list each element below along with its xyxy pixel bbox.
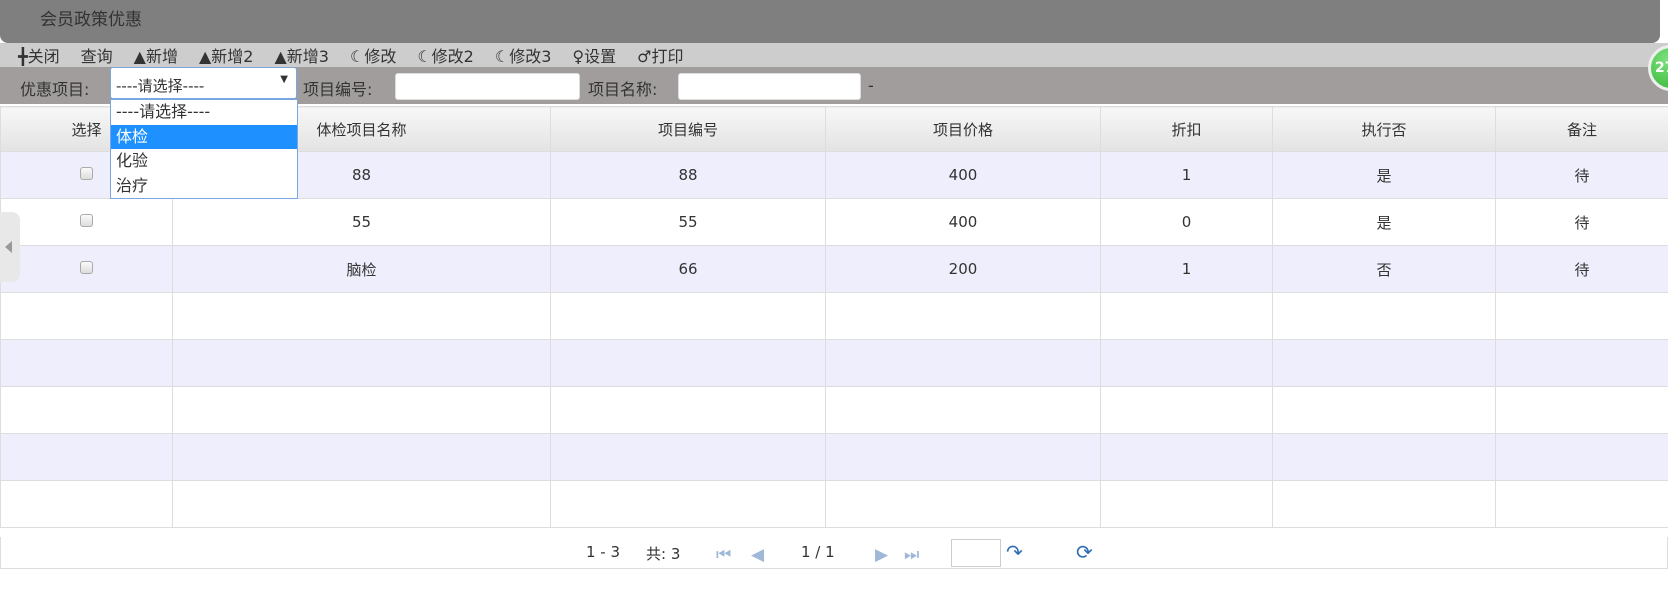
chevron-down-icon: ▼ [280, 74, 288, 85]
option-physical-exam[interactable]: 体检 [111, 124, 297, 149]
cell-discount: 0 [1100, 198, 1273, 246]
cell-discount: 1 [1100, 245, 1273, 293]
empty-row [0, 480, 1668, 528]
query-button[interactable]: 查询 [81, 43, 113, 67]
option-treatment[interactable]: 治疗 [111, 174, 297, 199]
table-row[interactable]: 55 55 400 0 是待 [0, 198, 1668, 246]
close-button[interactable]: ╋关闭 [18, 43, 60, 67]
type-select-value: ----请选择---- [116, 77, 205, 95]
col-executed[interactable]: 执行否 [1272, 106, 1496, 152]
cell-code: 55 [550, 198, 826, 246]
edit2-button[interactable]: ☾修改2 [417, 43, 474, 67]
toolbar: ╋关闭 查询 ▲新增 ▲新增2 ▲新增3 ☾修改 ☾修改2 ☾修改3 ♀设置 ♂… [0, 43, 1668, 67]
cell-executed: 否 [1272, 245, 1496, 293]
window-header: 会员政策优惠 [0, 0, 1660, 43]
name-label: 项目名称: [588, 80, 658, 99]
empty-row [0, 339, 1668, 387]
settings-button[interactable]: ♀设置 [572, 43, 616, 67]
cell-name: 脑检 [172, 245, 551, 293]
cell-executed: 是 [1272, 151, 1496, 199]
last-page-icon[interactable]: ⏭ [904, 545, 919, 565]
col-price[interactable]: 项目价格 [825, 106, 1101, 152]
type-select[interactable]: ----请选择---- ▼ [110, 67, 297, 99]
cell-remark: 待 [1495, 245, 1668, 293]
table-row[interactable]: 脑检 66 200 1 否待 [0, 245, 1668, 293]
cell-price: 200 [825, 245, 1101, 293]
empty-row [0, 433, 1668, 481]
cell-executed: 是 [1272, 198, 1496, 246]
cell-discount: 1 [1100, 151, 1273, 199]
cell-price: 400 [825, 198, 1101, 246]
row-checkbox[interactable] [80, 261, 93, 274]
row-checkbox[interactable] [80, 214, 93, 227]
refresh-icon[interactable]: ⟳ [1076, 540, 1093, 564]
type-label: 优惠项目: [20, 80, 90, 99]
cell-remark: 待 [1495, 151, 1668, 199]
code-label: 项目编号: [303, 80, 373, 99]
go-arrow-icon[interactable]: ↷ [1006, 540, 1023, 564]
type-dropdown-list: ----请选择---- 体检 化验 治疗 [110, 99, 298, 199]
edit3-button[interactable]: ☾修改3 [495, 43, 552, 67]
empty-row [0, 386, 1668, 434]
option-please-select[interactable]: ----请选择---- [111, 100, 297, 125]
cell-code: 66 [550, 245, 826, 293]
cell-name: 55 [172, 198, 551, 246]
first-page-icon[interactable]: ⏮ [716, 545, 731, 565]
col-discount[interactable]: 折扣 [1100, 106, 1273, 152]
edit-button[interactable]: ☾修改 [350, 43, 396, 67]
code-input[interactable] [395, 73, 580, 100]
total-count: 共: 3 [646, 545, 681, 563]
col-remark[interactable]: 备注 [1495, 106, 1668, 152]
name-input[interactable] [678, 73, 861, 100]
col-item-code[interactable]: 项目编号 [550, 106, 826, 152]
page-title: 会员政策优惠 [40, 10, 142, 30]
cell-remark: 待 [1495, 198, 1668, 246]
add3-button[interactable]: ▲新增3 [274, 43, 329, 67]
range-dash: - [868, 76, 874, 95]
add-button[interactable]: ▲新增 [134, 43, 178, 67]
page-range: 1 - 3 [586, 543, 621, 561]
empty-row [0, 292, 1668, 340]
cell-price: 400 [825, 151, 1101, 199]
goto-page-input[interactable] [951, 539, 1001, 567]
row-checkbox[interactable] [80, 167, 93, 180]
next-page-icon[interactable]: ▶ [875, 545, 888, 565]
collapse-sidebar-handle[interactable] [0, 212, 20, 282]
prev-page-icon[interactable]: ◀ [751, 545, 764, 565]
cell-code: 88 [550, 151, 826, 199]
page-indicator: 1 / 1 [801, 543, 835, 561]
print-button[interactable]: ♂打印 [637, 43, 683, 67]
option-lab-test[interactable]: 化验 [111, 149, 297, 174]
pagination: 1 - 3 共: 3 ⏮ ◀ 1 / 1 ▶ ⏭ ↷ ⟳ [0, 537, 1668, 569]
add2-button[interactable]: ▲新增2 [199, 43, 254, 67]
